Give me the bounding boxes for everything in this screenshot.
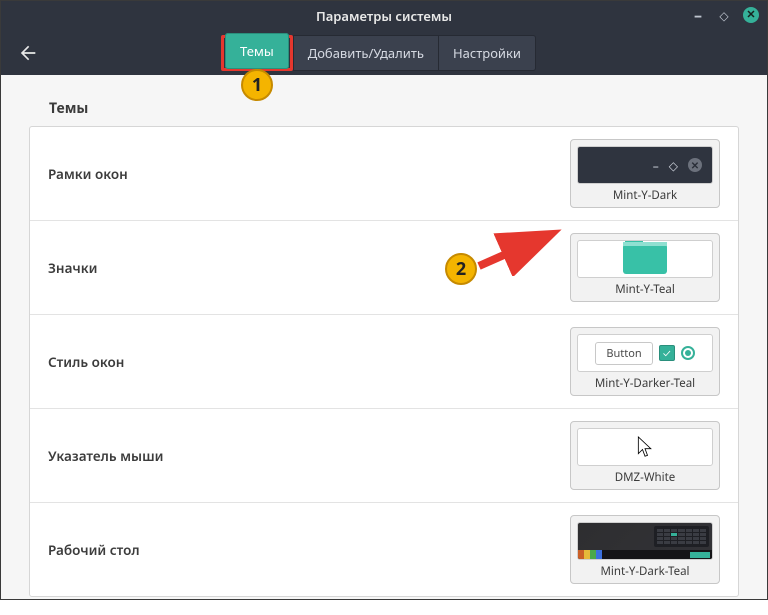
selector-window-borders[interactable]: – ◇ ✕ Mint-Y-Dark [570, 139, 720, 208]
selector-controls[interactable]: Button ✓ Mint-Y-Darker-Teal [570, 327, 720, 396]
section-title: Темы [49, 99, 739, 118]
back-button[interactable] [13, 39, 41, 67]
label-controls: Стиль окон [48, 353, 124, 371]
radio-icon [681, 346, 695, 360]
label-cursor: Указатель мыши [48, 447, 163, 465]
label-window-borders: Рамки окон [48, 165, 128, 183]
sample-button: Button [595, 342, 652, 365]
annotation-highlight-themes-tab: Темы [221, 35, 293, 71]
minimize-button[interactable]: – [691, 8, 705, 22]
wm-buttons: – ◇ ✕ [691, 7, 759, 23]
selector-icons[interactable]: Mint-Y-Teal [570, 233, 720, 302]
row-controls: Стиль окон Button ✓ Mint-Y-Darker-Teal [30, 314, 738, 408]
close-icon: ✕ [688, 158, 702, 172]
value-controls: Mint-Y-Darker-Teal [595, 376, 695, 391]
row-window-borders: Рамки окон – ◇ ✕ Mint-Y-Dark [30, 127, 738, 220]
checkbox-icon: ✓ [659, 345, 675, 361]
preview-cursor [577, 428, 713, 466]
arrow-left-icon [17, 43, 37, 63]
label-icons: Значки [48, 259, 97, 277]
tab-add-remove[interactable]: Добавить/Удалить [293, 35, 439, 71]
preview-controls: Button ✓ [577, 334, 713, 372]
selector-cursor[interactable]: DMZ-White [570, 421, 720, 490]
close-button[interactable]: ✕ [743, 7, 759, 23]
calendar-icon [654, 526, 709, 547]
titlebar: Параметры системы – ◇ ✕ [1, 1, 767, 31]
minimize-icon: – [653, 157, 659, 174]
taskbar-icon [578, 550, 712, 559]
maximize-icon: ◇ [669, 157, 678, 174]
row-desktop: Рабочий стол Mint-Y-Dark-Teal [30, 502, 738, 596]
folder-icon [623, 244, 667, 274]
content: Темы Рамки окон – ◇ ✕ Mint-Y-Dark Значки [1, 75, 767, 615]
tab-group: Темы Добавить/Удалить Настройки [221, 35, 536, 71]
value-icons: Mint-Y-Teal [615, 282, 675, 297]
preview-window-borders: – ◇ ✕ [577, 146, 713, 184]
value-window-borders: Mint-Y-Dark [613, 188, 677, 203]
maximize-button[interactable]: ◇ [717, 8, 731, 22]
annotation-badge-1: 1 [241, 69, 273, 101]
tab-settings[interactable]: Настройки [439, 35, 536, 71]
tab-themes[interactable]: Темы [225, 33, 289, 69]
value-cursor: DMZ-White [615, 470, 676, 485]
themes-panel: Рамки окон – ◇ ✕ Mint-Y-Dark Значки M [29, 126, 739, 597]
row-icons: Значки Mint-Y-Teal [30, 220, 738, 314]
label-desktop: Рабочий стол [48, 541, 140, 559]
row-cursor: Указатель мыши DMZ-White [30, 408, 738, 502]
selector-desktop[interactable]: Mint-Y-Dark-Teal [570, 515, 720, 584]
cursor-icon [635, 435, 655, 459]
preview-icons [577, 240, 713, 278]
annotation-badge-2: 2 [445, 253, 477, 285]
window-title: Параметры системы [316, 7, 452, 25]
preview-desktop [577, 522, 713, 560]
window: Параметры системы – ◇ ✕ Темы Добавить/Уд… [0, 0, 768, 600]
toolbar: Темы Добавить/Удалить Настройки [1, 31, 767, 75]
value-desktop: Mint-Y-Dark-Teal [600, 564, 689, 579]
annotation-arrow-icon [473, 226, 563, 276]
